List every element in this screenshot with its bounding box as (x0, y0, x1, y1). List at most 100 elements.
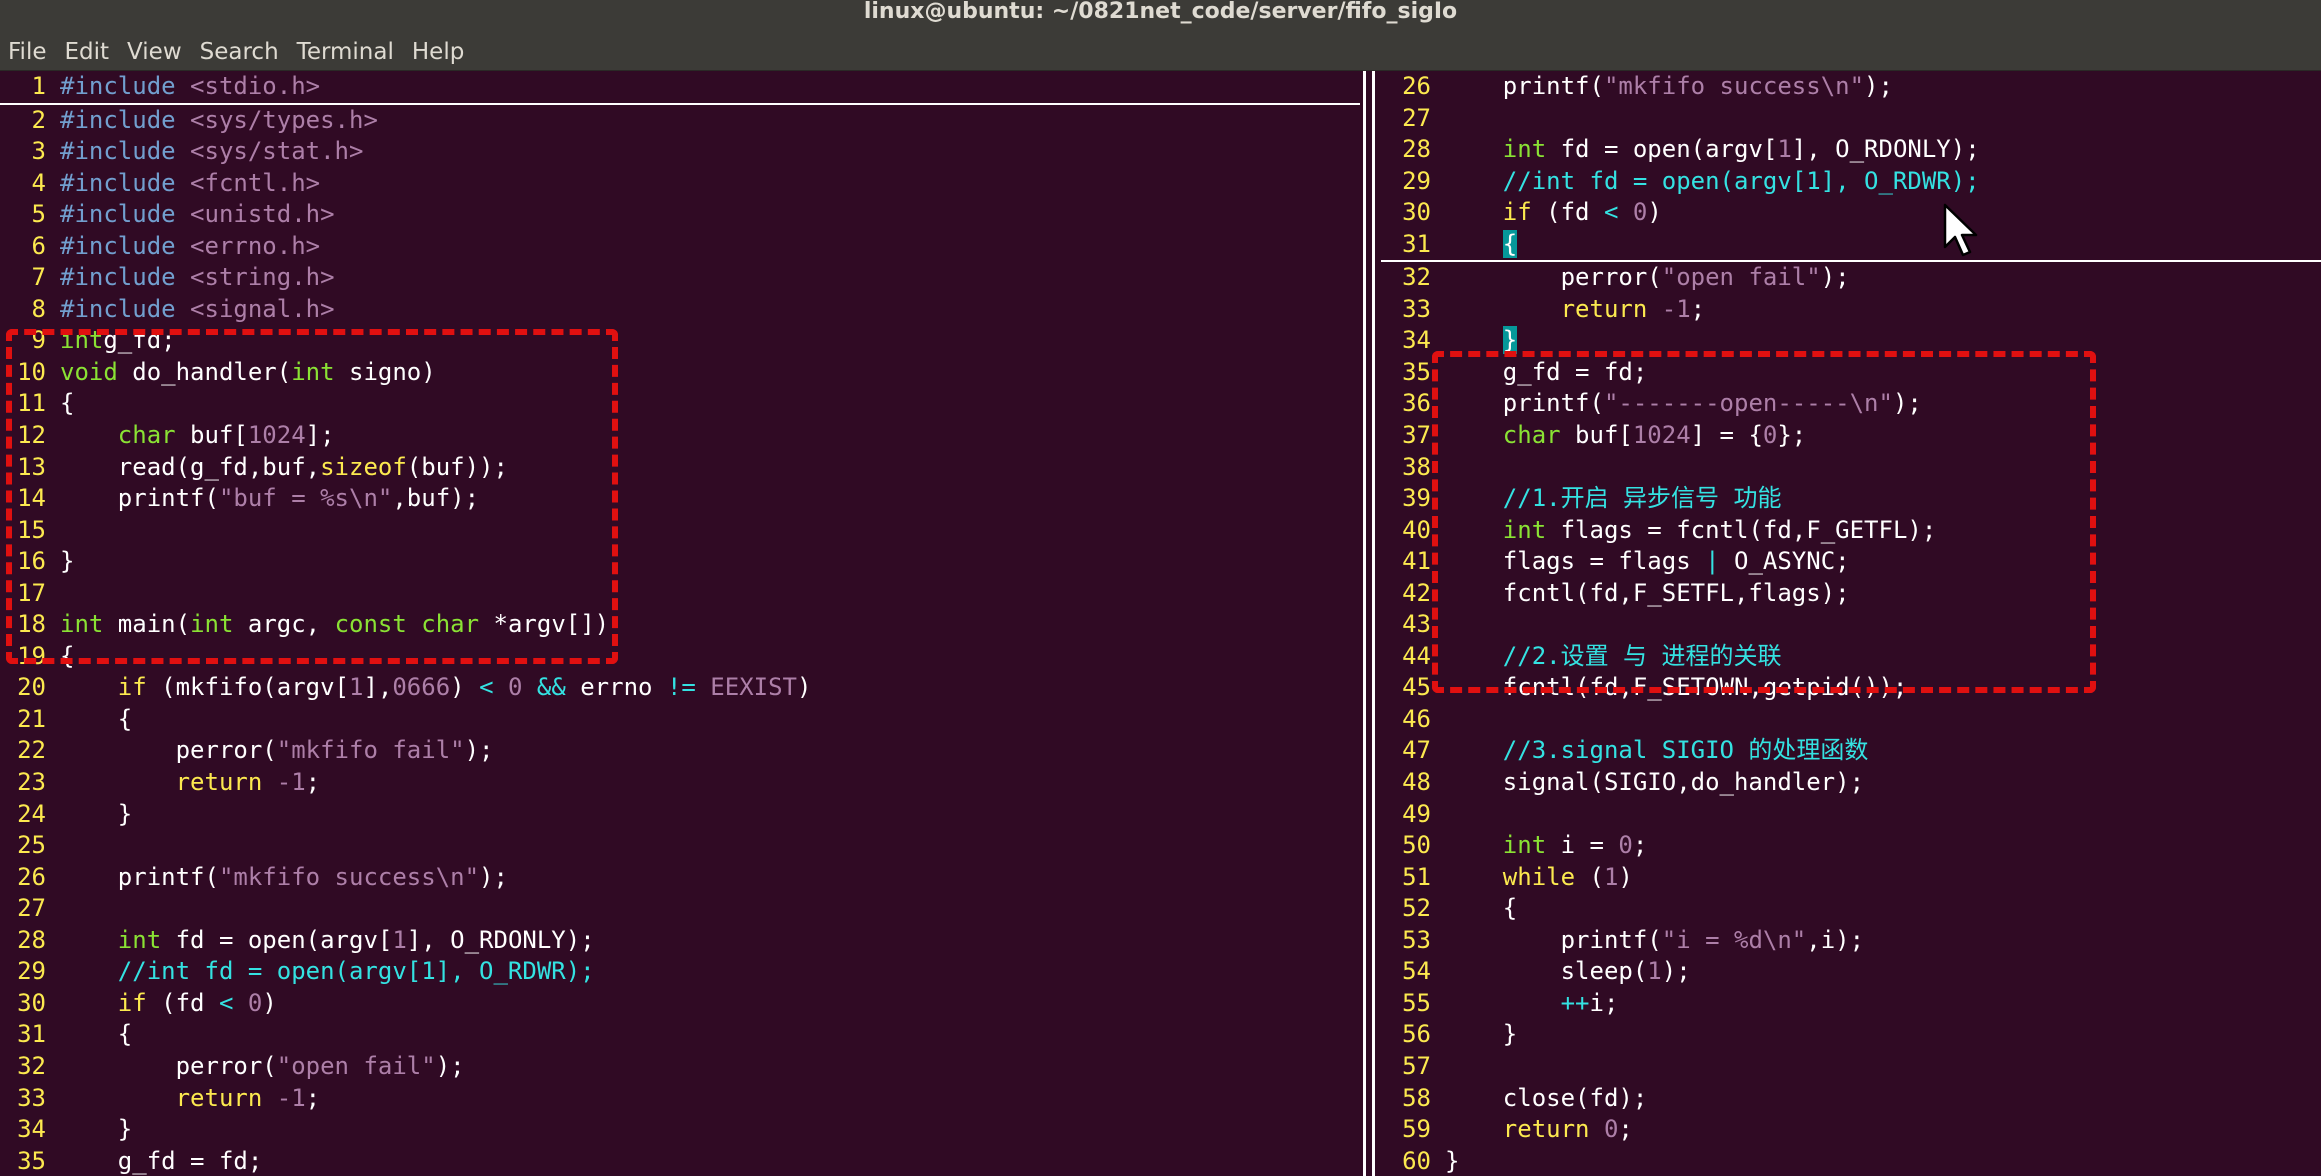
code-line[interactable]: 57 (1381, 1051, 2321, 1083)
code-line[interactable]: 22 perror("mkfifo fail"); (0, 735, 1360, 767)
code-line[interactable]: 5 #include <unistd.h> (0, 199, 1360, 231)
code-line[interactable]: 27 (0, 893, 1360, 925)
code-line[interactable]: 32 perror("open fail"); (1381, 262, 2321, 294)
code-token: && (536, 673, 566, 702)
menu-terminal[interactable]: Terminal (297, 39, 394, 65)
code-token: if (117, 673, 147, 702)
code-line[interactable]: 8 #include <signal.h> (0, 294, 1360, 326)
code-line[interactable]: 38 (1381, 452, 2321, 484)
code-token: <unistd.h> (190, 200, 335, 229)
code-line[interactable]: 37 char buf[1024] = {0}; (1381, 420, 2321, 452)
code-line[interactable]: 34 } (0, 1114, 1360, 1146)
line-number: 53 (1402, 925, 1431, 954)
code-line[interactable]: 17 (0, 578, 1360, 610)
right-editor-pane[interactable]: 26 printf("mkfifo success\n"); 27 28 int f… (1381, 71, 2321, 1176)
code-line[interactable]: 6 #include <errno.h> (0, 231, 1360, 263)
code-line[interactable]: 43 (1381, 609, 2321, 641)
code-line[interactable]: 12 char buf[1024]; (0, 420, 1360, 452)
code-line[interactable]: 40 int flags = fcntl(fd,F_GETFL); (1381, 515, 2321, 547)
code-line[interactable]: 25 (0, 830, 1360, 862)
code-line[interactable]: 56 } (1381, 1019, 2321, 1051)
code-line[interactable]: 1 #include <stdio.h> (0, 71, 1360, 105)
code-text: #include <errno.h> (60, 232, 320, 260)
code-line[interactable]: 33 return -1; (0, 1083, 1360, 1115)
code-line[interactable]: 26 printf("mkfifo success\n"); (0, 862, 1360, 894)
code-line[interactable]: 59 return 0; (1381, 1114, 2321, 1146)
code-line[interactable]: 52 { (1381, 893, 2321, 925)
code-line[interactable]: 18 int main(int argc, const char *argv[]) (0, 609, 1360, 641)
code-line[interactable]: 39 //1.开启 异步信号 功能 (1381, 483, 2321, 515)
code-line[interactable]: 15 (0, 515, 1360, 547)
code-line[interactable]: 42 fcntl(fd,F_SETFL,flags); (1381, 578, 2321, 610)
code-line[interactable]: 19 { (0, 641, 1360, 673)
code-line[interactable]: 14 printf("buf = %s\n",buf); (0, 483, 1360, 515)
code-token: read(g_fd,buf, (60, 452, 321, 481)
line-number: 33 (17, 1083, 46, 1112)
code-line[interactable]: 28 int fd = open(argv[1], O_RDONLY); (0, 925, 1360, 957)
code-line[interactable]: 24 } (0, 799, 1360, 831)
menu-file[interactable]: File (8, 39, 47, 65)
menu-help[interactable]: Help (412, 39, 464, 65)
code-line[interactable]: 29 //int fd = open(argv[1], O_RDWR); (0, 956, 1360, 988)
code-line[interactable]: 48 signal(SIGIO,do_handler); (1381, 767, 2321, 799)
code-line[interactable]: 16} (0, 546, 1360, 578)
code-line[interactable]: 21 { (0, 704, 1360, 736)
code-line[interactable]: 45 fcntl(fd,F_SETOWN,getpid()); (1381, 672, 2321, 704)
code-text: char buf[1024]; (60, 421, 335, 449)
code-token: errno (565, 673, 667, 702)
code-token: int (117, 925, 162, 954)
line-number: 60 (1402, 1146, 1431, 1175)
code-line[interactable]: 60} (1381, 1146, 2321, 1176)
code-line[interactable]: 31 { (0, 1019, 1360, 1051)
code-line[interactable]: 26 printf("mkfifo success\n"); (1381, 71, 2321, 103)
line-number: 32 (1402, 263, 1431, 292)
code-line[interactable]: 51 while (1) (1381, 862, 2321, 894)
code-line[interactable]: 49 (1381, 799, 2321, 831)
vertical-split-divider[interactable] (1363, 71, 1375, 1176)
code-line[interactable]: 35 g_fd = fd; (0, 1146, 1360, 1176)
code-line[interactable]: 36 printf("-------open-----\n"); (1381, 388, 2321, 420)
code-line[interactable]: 54 sleep(1); (1381, 956, 2321, 988)
menu-view[interactable]: View (127, 39, 182, 65)
code-line[interactable]: 47 //3.signal SIGIO 的处理函数 (1381, 735, 2321, 767)
code-line[interactable]: 27 (1381, 103, 2321, 135)
code-line[interactable]: 35 g_fd = fd; (1381, 357, 2321, 389)
code-line[interactable]: 29 //int fd = open(argv[1], O_RDWR); (1381, 166, 2321, 198)
menu-search[interactable]: Search (200, 39, 279, 65)
code-line[interactable]: 58 close(fd); (1381, 1083, 2321, 1115)
code-line[interactable]: 41 flags = flags | O_ASYNC; (1381, 546, 2321, 578)
code-line[interactable]: 53 printf("i = %d\n",i); (1381, 925, 2321, 957)
code-line[interactable]: 7 #include <string.h> (0, 262, 1360, 294)
code-line[interactable]: 13 read(g_fd,buf,sizeof(buf)); (0, 452, 1360, 484)
code-token: //int fd = open(argv[1], O_RDWR); (1502, 166, 1980, 195)
code-line[interactable]: 20 if (mkfifo(argv[1],0666) < 0 && errno… (0, 672, 1360, 704)
left-editor-pane[interactable]: 1 #include <stdio.h> 2 #include <sys/types.… (0, 71, 1360, 1176)
code-line[interactable]: 32 perror("open fail"); (0, 1051, 1360, 1083)
code-line[interactable]: 4 #include <fcntl.h> (0, 168, 1360, 200)
code-line[interactable]: 30 if (fd < 0) (0, 988, 1360, 1020)
code-line[interactable]: 46 (1381, 704, 2321, 736)
code-line[interactable]: 28 int fd = open(argv[1], O_RDONLY); (1381, 134, 2321, 166)
code-line[interactable]: 34 } (1381, 325, 2321, 357)
line-number: 26 (17, 862, 46, 891)
code-token: printf( (1445, 72, 1604, 100)
code-line[interactable]: 11 { (0, 388, 1360, 420)
code-line[interactable]: 23 return -1; (0, 767, 1360, 799)
line-number: 58 (1402, 1083, 1431, 1112)
code-text: } (1445, 1020, 1517, 1048)
code-line[interactable]: 3 #include <sys/stat.h> (0, 136, 1360, 168)
code-token: signo) (334, 357, 436, 386)
code-line[interactable]: 9 intg_fd; (0, 325, 1360, 357)
code-line[interactable]: 10 void do_handler(int signo) (0, 357, 1360, 389)
code-line[interactable]: 44 //2.设置 与 进程的关联 (1381, 641, 2321, 673)
code-line[interactable]: 31 { (1381, 229, 2321, 263)
menu-edit[interactable]: Edit (65, 39, 110, 65)
code-line[interactable]: 50 int i = 0; (1381, 830, 2321, 862)
code-line[interactable]: 30 if (fd < 0) (1381, 197, 2321, 229)
code-line[interactable]: 55 ++i; (1381, 988, 2321, 1020)
code-line[interactable]: 33 return -1; (1381, 294, 2321, 326)
code-token: flags = fcntl(fd,F_GETFL); (1546, 515, 1937, 544)
code-line[interactable]: 2 #include <sys/types.h> (0, 105, 1360, 137)
